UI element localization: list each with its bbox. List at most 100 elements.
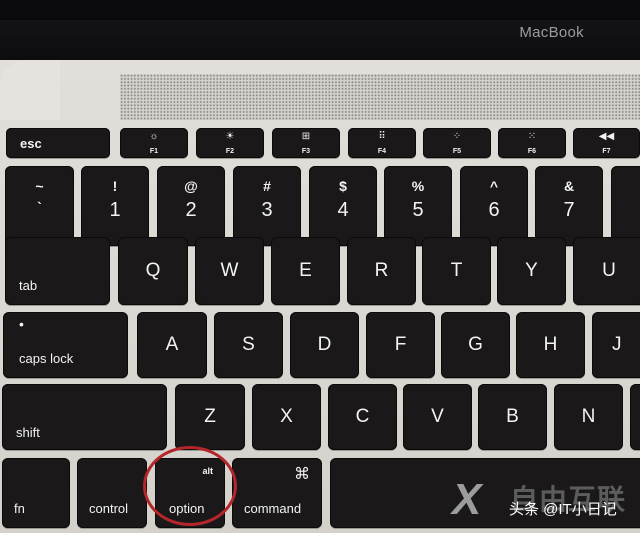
key-shift-symbol: $	[339, 178, 347, 194]
key-x[interactable]: X	[252, 384, 321, 450]
key-label: S	[242, 334, 255, 355]
key-f3[interactable]: ⊞ F3	[272, 128, 340, 158]
key-s[interactable]: S	[214, 312, 283, 378]
key-e[interactable]: E	[271, 237, 340, 305]
key-label: tab	[19, 278, 38, 293]
key-main-symbol: 7	[563, 199, 575, 221]
key-shift-symbol: !	[112, 178, 118, 194]
key-fn-label: F4	[377, 148, 387, 155]
key-q[interactable]: Q	[118, 237, 188, 305]
key-shift-symbol: &	[563, 178, 575, 194]
macbook-brand-label: MacBook	[519, 24, 584, 41]
key-6[interactable]: ^ 6	[460, 166, 528, 246]
key-label: X	[280, 406, 293, 427]
key-label: shift	[16, 425, 40, 440]
key-shift[interactable]: shift	[2, 384, 167, 450]
key-label: H	[543, 334, 558, 355]
key-b[interactable]: B	[478, 384, 547, 450]
key-label: G	[468, 334, 483, 355]
key-esc[interactable]: esc	[6, 128, 110, 158]
key-v[interactable]: V	[403, 384, 472, 450]
keyboard-backlight-up-icon: ⁙	[527, 131, 537, 142]
key-shift-symbol: %	[411, 178, 425, 194]
launchpad-icon: ⠿	[378, 131, 386, 142]
key-t[interactable]: T	[422, 237, 491, 305]
key-label: esc	[20, 136, 42, 151]
key-label: T	[450, 260, 463, 281]
key-f7[interactable]: ◀◀ F7	[573, 128, 640, 158]
key-m-partial[interactable]	[630, 384, 640, 450]
deck-corner	[0, 60, 60, 120]
speaker-grille	[120, 74, 640, 120]
key-f1[interactable]: ☼ F1	[120, 128, 188, 158]
key-a[interactable]: A	[137, 312, 207, 378]
keyboard-backlight-down-icon: ⁘	[452, 131, 462, 142]
key-7[interactable]: & 7	[535, 166, 603, 246]
key-label: W	[220, 260, 239, 281]
key-label: fn	[14, 501, 25, 516]
key-label: command	[244, 501, 302, 516]
key-u[interactable]: U	[573, 237, 640, 305]
key-label: A	[165, 334, 179, 355]
key-label: D	[317, 334, 332, 355]
key-caps-lock[interactable]: • caps lock	[3, 312, 128, 378]
key-h[interactable]: H	[516, 312, 585, 378]
brightness-down-icon: ☼	[149, 131, 159, 142]
key-label: B	[506, 406, 519, 427]
key-n[interactable]: N	[554, 384, 623, 450]
key-r[interactable]: R	[347, 237, 416, 305]
key-label: caps lock	[19, 351, 74, 366]
key-f6[interactable]: ⁙ F6	[498, 128, 566, 158]
key-label: U	[602, 260, 616, 281]
key-label: C	[355, 406, 370, 427]
key-fn-label: F6	[527, 148, 537, 155]
key-g[interactable]: G	[441, 312, 510, 378]
key-label: R	[374, 260, 389, 281]
key-w[interactable]: W	[195, 237, 264, 305]
key-backtick[interactable]: ~ `	[5, 166, 74, 246]
key-fn-label: F7	[602, 148, 611, 155]
key-main-symbol: 6	[488, 199, 500, 221]
key-f2[interactable]: ☀ F2	[196, 128, 264, 158]
key-fn[interactable]: fn	[2, 458, 70, 528]
key-3[interactable]: # 3	[233, 166, 301, 246]
key-d[interactable]: D	[290, 312, 359, 378]
key-shift-symbol: ~	[35, 178, 44, 194]
key-command[interactable]: ⌘ command	[232, 458, 322, 528]
key-1[interactable]: ! 1	[81, 166, 149, 246]
key-label: Q	[145, 260, 161, 281]
key-main-symbol: 5	[412, 199, 424, 221]
command-icon: ⌘	[294, 466, 310, 483]
caps-lock-indicator: •	[19, 316, 24, 332]
key-label: J	[612, 334, 622, 355]
key-shift-symbol: @	[184, 178, 198, 194]
highlight-circle	[143, 446, 237, 526]
key-z[interactable]: Z	[175, 384, 245, 450]
key-label: Y	[525, 260, 538, 281]
rewind-icon: ◀◀	[598, 131, 615, 142]
key-tab[interactable]: tab	[5, 237, 110, 305]
key-f[interactable]: F	[366, 312, 435, 378]
key-4[interactable]: $ 4	[309, 166, 377, 246]
key-label: F	[394, 334, 407, 355]
mission-control-icon: ⊞	[301, 131, 311, 142]
key-main-symbol: 1	[109, 199, 121, 221]
key-shift-symbol: ^	[489, 178, 499, 194]
key-fn-label: F1	[149, 148, 159, 155]
key-control[interactable]: control	[77, 458, 147, 528]
key-8-partial[interactable]	[611, 166, 640, 246]
key-label: V	[431, 406, 444, 427]
key-fn-label: F3	[301, 148, 311, 155]
key-shift-symbol: #	[263, 178, 271, 194]
key-y[interactable]: Y	[497, 237, 566, 305]
watermark-credit: 头条 @IT小日记	[509, 501, 617, 518]
key-f4[interactable]: ⠿ F4	[348, 128, 416, 158]
key-j[interactable]: J	[592, 312, 640, 378]
key-2[interactable]: @ 2	[157, 166, 225, 246]
key-f5[interactable]: ⁘ F5	[423, 128, 491, 158]
key-5[interactable]: % 5	[384, 166, 452, 246]
key-main-symbol: `	[37, 199, 42, 215]
key-c[interactable]: C	[328, 384, 397, 450]
key-label: Z	[204, 406, 216, 427]
key-label: E	[299, 260, 312, 281]
